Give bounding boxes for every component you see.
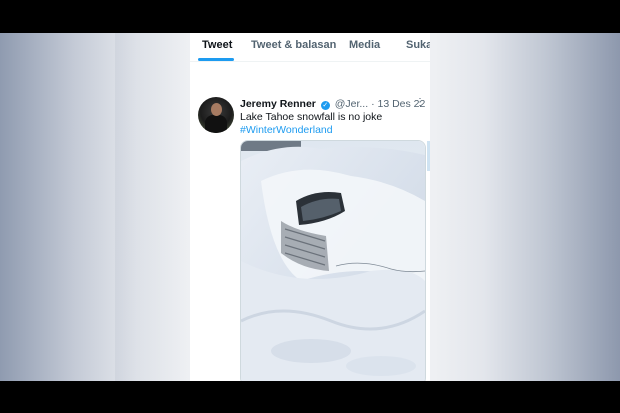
avatar[interactable] [198, 97, 234, 133]
avatar-face [211, 103, 222, 116]
tweet-body: Lake Tahoe snowfall is no joke [240, 111, 383, 123]
tweet-text: Lake Tahoe snowfall is no joke #WinterWo… [240, 111, 382, 137]
more-icon[interactable]: ⋮ [415, 97, 425, 108]
snow-covered-car-photo [241, 141, 425, 381]
author-handle[interactable]: @Jer... [335, 98, 368, 110]
tab-tweet[interactable]: Tweet [202, 39, 232, 51]
active-tab-indicator [198, 58, 234, 61]
avatar-body [205, 115, 227, 133]
tweet-photo[interactable] [240, 140, 426, 381]
profile-tabs: Tweet Tweet & balasan Media Suka [190, 33, 430, 62]
scrollbar-thumb[interactable] [427, 141, 430, 171]
blurred-background [115, 33, 190, 381]
tweet-header: Jeremy Renner ✓ @Jer... · 13 Des 22 [240, 98, 425, 110]
twitter-profile-screen: Tweet Tweet & balasan Media Suka Jeremy … [190, 33, 430, 381]
tab-media[interactable]: Media [349, 39, 380, 51]
hashtag-link[interactable]: #WinterWonderland [240, 124, 382, 137]
verified-icon: ✓ [320, 101, 330, 110]
tab-tweet-and-replies[interactable]: Tweet & balasan [251, 39, 336, 51]
tab-likes[interactable]: Suka [406, 39, 430, 51]
author-name[interactable]: Jeremy Renner [240, 98, 316, 110]
video-frame: Tweet Tweet & balasan Media Suka Jeremy … [0, 33, 620, 381]
